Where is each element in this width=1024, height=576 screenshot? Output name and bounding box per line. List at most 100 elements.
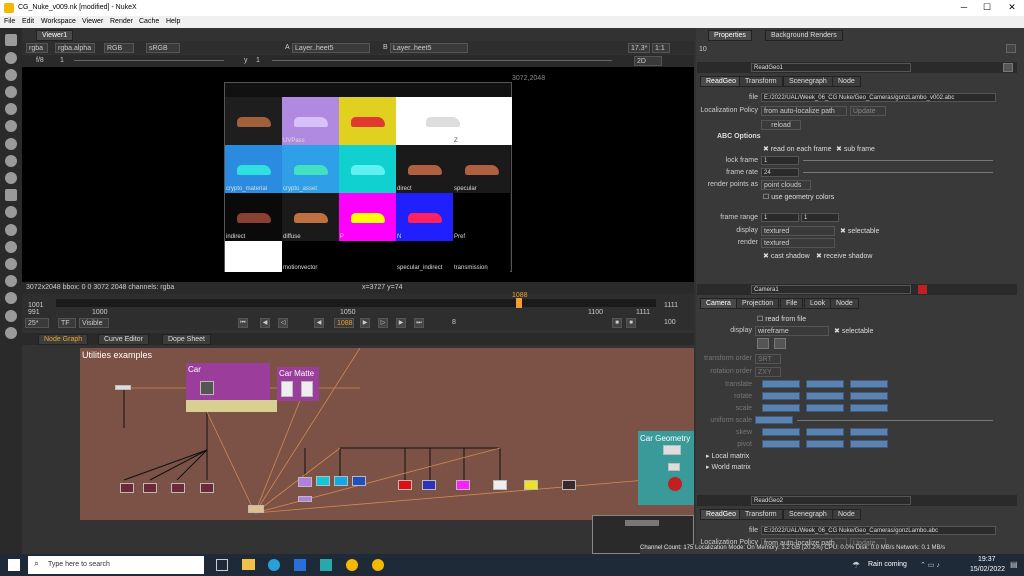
tab-readgeo[interactable]: ReadGeo — [700, 76, 742, 87]
uniform-scale-slider[interactable] — [797, 420, 993, 421]
write-node[interactable] — [248, 505, 264, 513]
channels-dropdown[interactable]: rgba — [26, 43, 48, 53]
nuke-active-icon[interactable] — [372, 559, 384, 571]
translate-z[interactable] — [850, 380, 888, 388]
tab-node[interactable]: Node — [832, 76, 861, 87]
task-view-icon[interactable] — [216, 559, 228, 571]
scale-x[interactable] — [762, 404, 800, 412]
properties-count[interactable]: 10 — [699, 46, 707, 53]
tray-icons[interactable]: ⌃ ▭ ♪ — [920, 561, 940, 569]
next-key-icon[interactable]: ▶ — [396, 318, 406, 328]
shuffle-node[interactable] — [298, 477, 312, 487]
loop-icon[interactable]: ■ — [612, 318, 622, 328]
timeline[interactable]: 1001 1088 1111 991 1000 1050 1100 1111 — [22, 292, 694, 316]
frame-rate-slider[interactable] — [803, 172, 993, 173]
tab-node2[interactable]: Node — [832, 509, 861, 520]
shuffle-node[interactable] — [352, 476, 366, 486]
cara-vr-icon[interactable] — [5, 310, 17, 322]
merge-node[interactable] — [298, 496, 312, 502]
camera-selectable-checkbox[interactable]: ✖ selectable — [834, 327, 873, 335]
tab-file[interactable]: File — [780, 298, 804, 309]
scale-y[interactable] — [806, 404, 844, 412]
time-tools-icon[interactable] — [5, 69, 17, 81]
close-icon[interactable]: ✕ — [1005, 2, 1019, 14]
matte-node-1[interactable] — [281, 381, 293, 397]
tab-projection[interactable]: Projection — [736, 298, 780, 309]
camera1-header[interactable]: Camera1 — [697, 284, 1017, 295]
frame-range-start[interactable]: 1 — [761, 213, 799, 222]
pivot-x[interactable] — [762, 440, 800, 448]
lock-frame-field[interactable]: 1 — [761, 156, 799, 165]
skew-y[interactable] — [806, 428, 844, 436]
cache-icon[interactable]: ■ — [626, 318, 636, 328]
gain-slider[interactable] — [74, 60, 224, 61]
menu-help[interactable]: Help — [166, 18, 180, 25]
skip-end-icon[interactable]: ⏭ — [414, 318, 424, 328]
tab-curve-editor[interactable]: Curve Editor — [98, 334, 149, 345]
3d-tools-icon[interactable] — [5, 189, 17, 201]
colorspace-dropdown[interactable]: sRGB — [146, 43, 180, 53]
filter-tools-icon[interactable] — [5, 120, 17, 132]
menu-file[interactable]: File — [4, 18, 15, 25]
alpha-dropdown[interactable]: rgba.alpha — [55, 43, 95, 53]
file-field[interactable]: E:/2022/UAL/Week_06_CG Nuke/Geo_Cameras/… — [761, 93, 996, 102]
local-matrix-toggle[interactable]: ▸ Local matrix — [706, 452, 749, 460]
skew-x[interactable] — [762, 428, 800, 436]
translate-y[interactable] — [806, 380, 844, 388]
merge-tools-icon[interactable] — [5, 155, 17, 167]
shuffle-node[interactable] — [422, 480, 436, 490]
tab-properties[interactable]: Properties — [708, 30, 752, 41]
cast-shadow-checkbox[interactable]: ✖ cast shadow — [763, 252, 810, 260]
y-field[interactable]: 1 — [256, 57, 260, 64]
backdrop-car-geometry[interactable]: Car Geometry — [638, 431, 694, 505]
clock-date[interactable]: 15/02/2022 — [970, 566, 1005, 573]
furnace-tools-icon[interactable] — [5, 275, 17, 287]
rotate-x[interactable] — [762, 392, 800, 400]
translate-x[interactable] — [762, 380, 800, 388]
view-mode-dropdown[interactable]: 2D — [634, 56, 662, 66]
notification-icon[interactable]: ▤ — [1010, 560, 1018, 569]
shuffle-node[interactable] — [334, 476, 348, 486]
tab-transform[interactable]: Transform — [739, 76, 783, 87]
next-frame-icon[interactable]: ▷ — [378, 318, 388, 328]
tab-node[interactable]: Node — [830, 298, 859, 309]
folder-icon[interactable] — [757, 338, 769, 349]
prev-key-icon[interactable]: ◀ — [260, 318, 270, 328]
dot-node[interactable] — [115, 385, 131, 390]
camera-display-dropdown[interactable]: wireframe — [755, 326, 829, 336]
skip-start-icon[interactable]: ⏮ — [238, 318, 248, 328]
scale-z[interactable] — [850, 404, 888, 412]
readgeo2-name[interactable]: ReadGeo2 — [751, 496, 911, 505]
rgb-dropdown[interactable]: RGB — [104, 43, 134, 53]
rotate-z[interactable] — [850, 392, 888, 400]
tab-dope-sheet[interactable]: Dope Sheet — [162, 334, 211, 345]
weather-text[interactable]: Rain coming — [868, 561, 907, 568]
uniform-scale-field[interactable] — [755, 416, 793, 424]
menu-edit[interactable]: Edit — [22, 18, 34, 25]
ocula-tools-icon[interactable] — [5, 292, 17, 304]
color-swatch[interactable] — [918, 285, 927, 294]
shuffle-node[interactable] — [456, 480, 470, 490]
ratio-dropdown[interactable]: 1:1 — [652, 43, 670, 53]
edge-icon[interactable] — [268, 559, 280, 571]
timeline-track[interactable] — [56, 299, 656, 307]
tab-scenegraph[interactable]: Scenegraph — [783, 76, 833, 87]
image-tools-icon[interactable] — [5, 34, 17, 46]
minimize-panels-icon[interactable] — [1006, 44, 1016, 53]
tab-look[interactable]: Look — [804, 298, 832, 309]
fps-dropdown[interactable]: 25* — [25, 318, 49, 328]
sub-frame-checkbox[interactable]: ✖ sub frame — [836, 145, 875, 153]
maximize-icon[interactable]: ☐ — [980, 2, 994, 14]
axis-icon[interactable] — [774, 338, 786, 349]
input-b-dropdown[interactable]: Layer..heet5 — [390, 43, 468, 53]
render-points-dropdown[interactable]: point clouds — [761, 180, 811, 190]
tab-transform2[interactable]: Transform — [739, 509, 783, 520]
minimize-icon[interactable]: ─ — [957, 2, 971, 14]
menu-viewer[interactable]: Viewer — [82, 18, 103, 25]
nuke-icon[interactable] — [346, 559, 358, 571]
out-field[interactable]: 100 — [664, 319, 676, 326]
menu-render[interactable]: Render — [110, 18, 133, 25]
shuffle-node[interactable] — [493, 480, 507, 490]
draw-tools-icon[interactable] — [5, 52, 17, 64]
timeline-end[interactable]: 1111 — [664, 302, 678, 309]
